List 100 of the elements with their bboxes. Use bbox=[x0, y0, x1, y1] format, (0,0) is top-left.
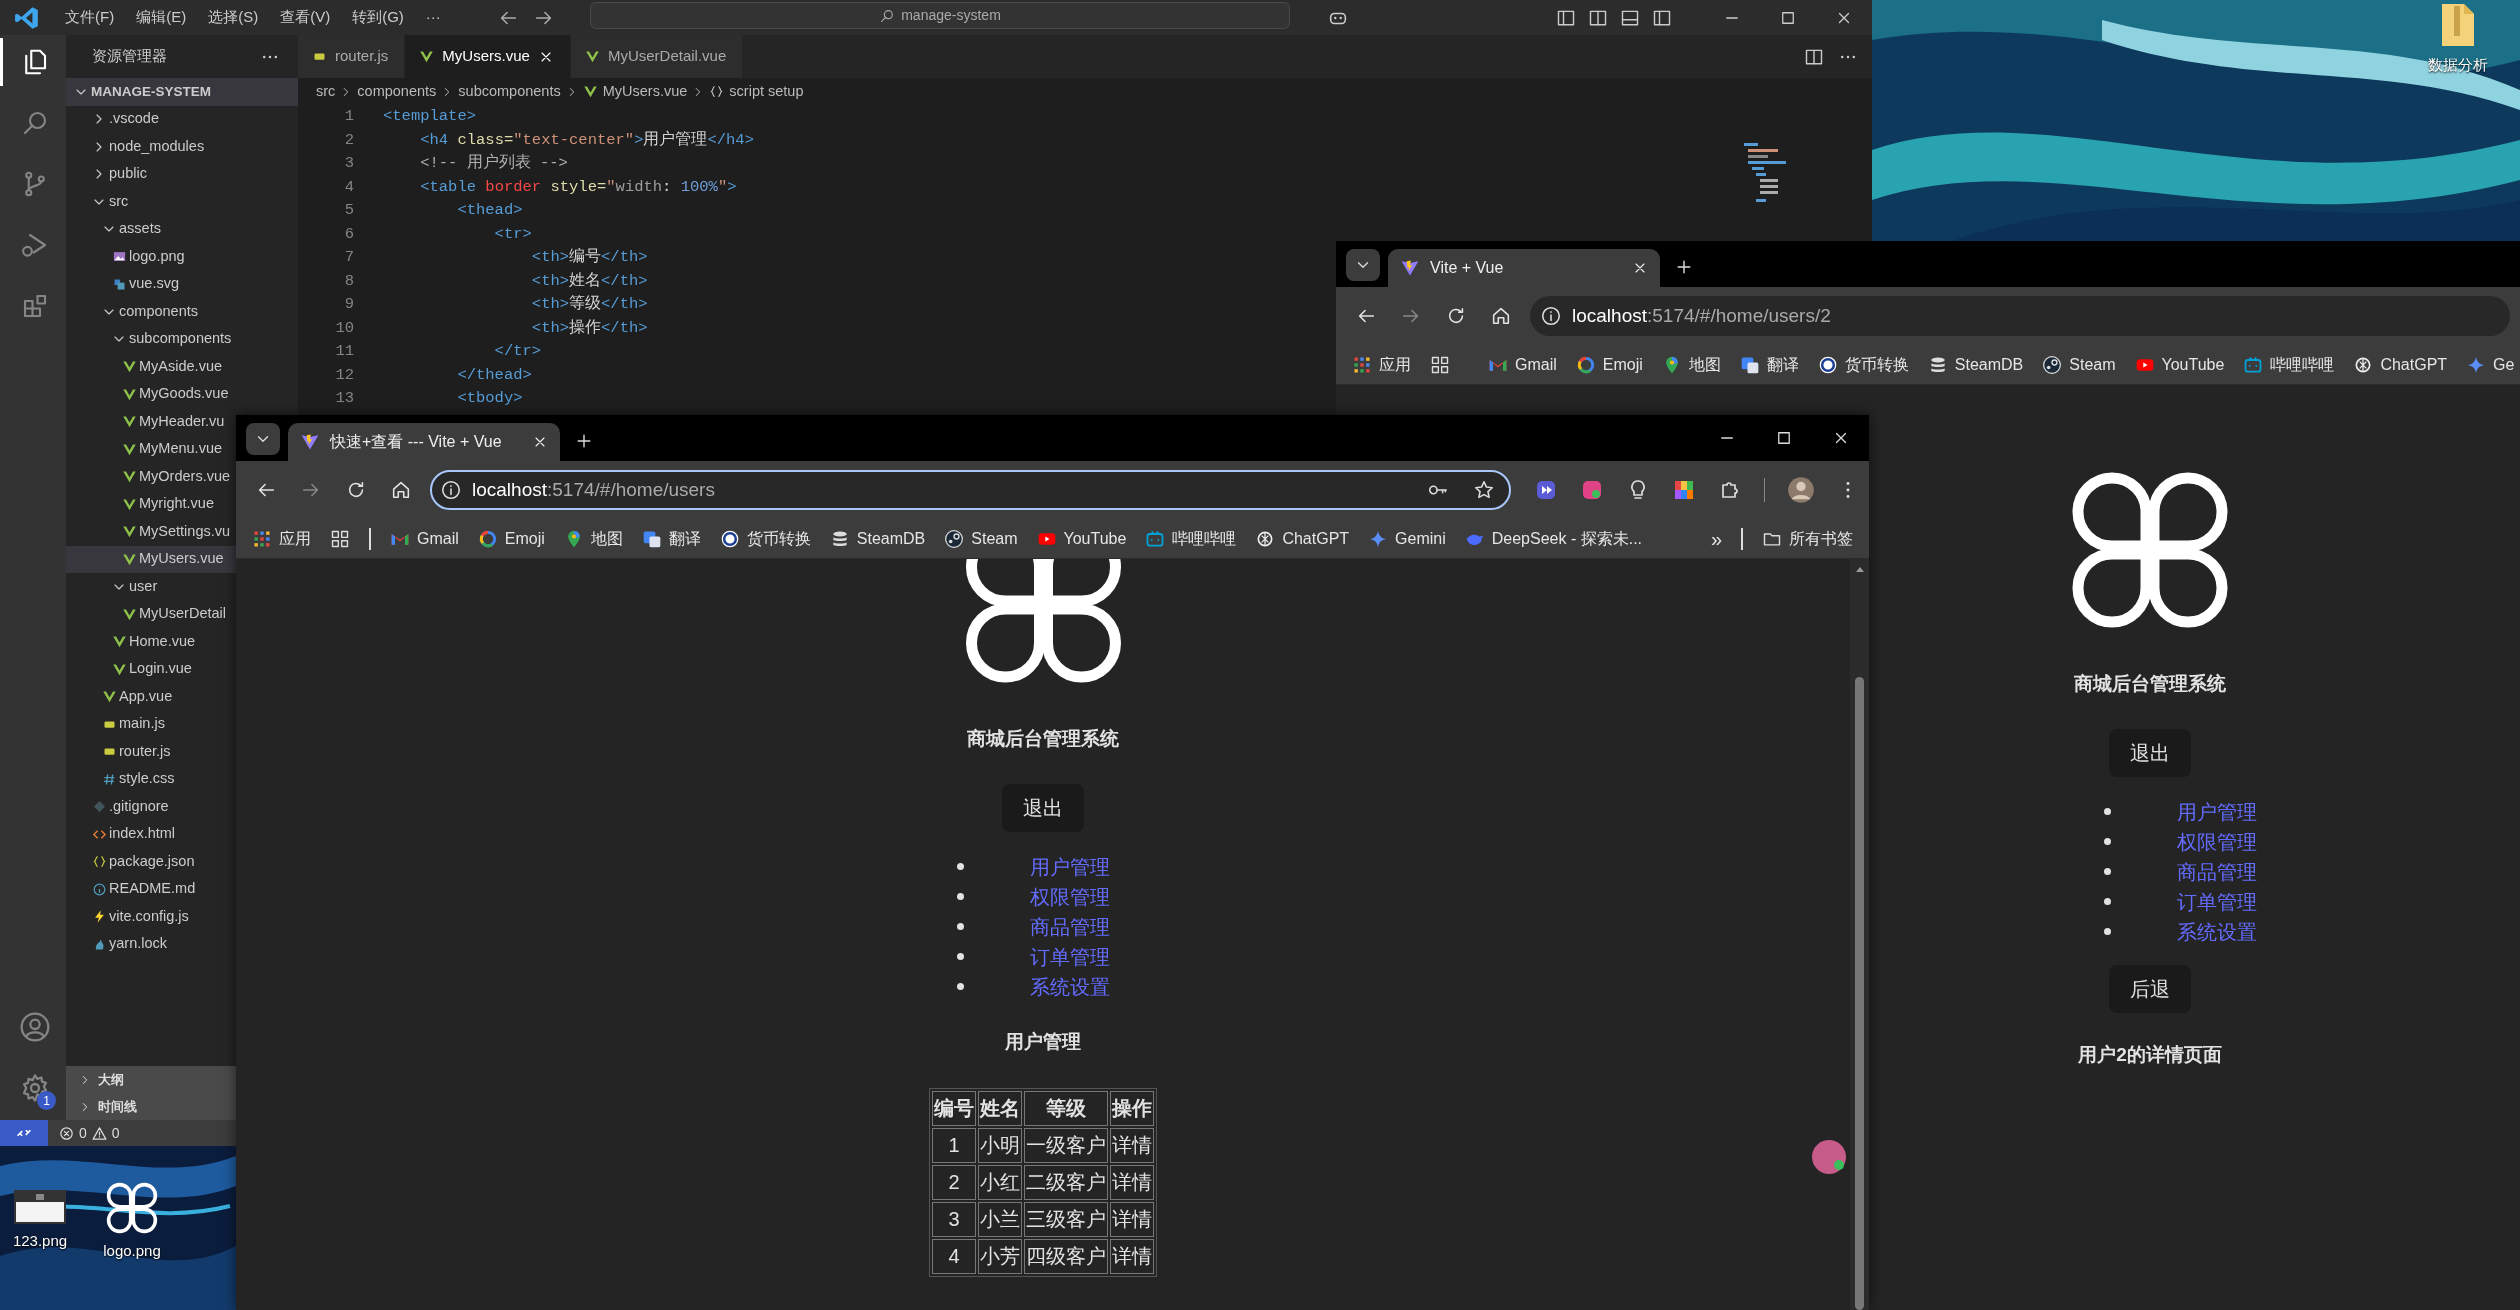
breadcrumb-item[interactable]: components bbox=[357, 80, 437, 103]
scrollbar[interactable] bbox=[1850, 559, 1869, 1310]
address-bar[interactable]: localhost:5174/#/home/users/2 bbox=[1530, 296, 2510, 336]
editor-tab[interactable]: MyUserDetail.vue bbox=[570, 35, 744, 78]
nav-link[interactable]: 订单管理 bbox=[1030, 941, 1110, 972]
bookmark[interactable]: ChatGPT bbox=[2353, 352, 2448, 377]
bookmark[interactable]: 所有书签 bbox=[1762, 526, 1853, 551]
nav-link[interactable]: 订单管理 bbox=[2177, 886, 2257, 917]
nav-link[interactable]: 系统设置 bbox=[2177, 916, 2257, 947]
desktop-icon-label[interactable]: 123.png bbox=[12, 1230, 68, 1253]
grid-icon[interactable] bbox=[1430, 354, 1450, 375]
bookmark[interactable]: Steam bbox=[944, 526, 1018, 551]
tree-item[interactable]: Login.vue bbox=[66, 655, 236, 683]
tab-search-button[interactable] bbox=[1346, 249, 1380, 281]
browser-tab[interactable]: Vite + Vue bbox=[1388, 249, 1660, 287]
home-icon[interactable] bbox=[390, 479, 412, 501]
extension-icon[interactable] bbox=[1580, 478, 1604, 502]
bookmark[interactable]: 翻译 bbox=[1739, 352, 1799, 377]
tree-item[interactable]: subcomponents bbox=[66, 325, 236, 353]
bookmark[interactable]: SteamDB bbox=[1927, 352, 2024, 377]
back-button[interactable]: 后退 bbox=[2109, 964, 2191, 1013]
logout-button[interactable]: 退出 bbox=[1002, 783, 1084, 832]
bookmark[interactable]: Gemini bbox=[1368, 526, 1446, 551]
nav-link[interactable]: 用户管理 bbox=[1030, 851, 1110, 882]
bookmark[interactable]: 货币转换 bbox=[719, 526, 811, 551]
overflow-button[interactable]: » bbox=[1710, 523, 1722, 554]
clover-logo-icon[interactable] bbox=[106, 1182, 158, 1234]
menu-item[interactable]: 编辑(E) bbox=[125, 6, 198, 29]
tree-item[interactable]: MyMenu.vue bbox=[66, 435, 236, 463]
menu-item[interactable]: 选择(S) bbox=[197, 6, 270, 29]
bookmark[interactable]: 哔哩哔哩 bbox=[1145, 526, 1237, 551]
tree-item[interactable]: user bbox=[66, 573, 236, 601]
grid-icon[interactable] bbox=[330, 528, 350, 549]
tree-item[interactable]: App.vue bbox=[66, 683, 236, 711]
bookmark[interactable]: Emoji bbox=[477, 526, 545, 551]
palette-icon[interactable] bbox=[1672, 478, 1696, 502]
floating-translate-icon[interactable] bbox=[1811, 1139, 1847, 1175]
breadcrumb-item[interactable]: MyUsers.vue bbox=[582, 80, 688, 103]
tree-item[interactable]: style.css bbox=[66, 765, 236, 793]
menu-item[interactable]: 转到(G) bbox=[341, 6, 415, 29]
account-icon[interactable] bbox=[18, 1011, 51, 1043]
tree-item[interactable]: MyHeader.vu bbox=[66, 408, 236, 436]
tree-item[interactable]: .gitignore bbox=[66, 793, 236, 821]
tree-item[interactable]: index.html bbox=[66, 820, 236, 848]
nav-link[interactable]: 商品管理 bbox=[2177, 856, 2257, 887]
tree-item[interactable]: MyUserDetail bbox=[66, 600, 236, 628]
nav-link[interactable]: 权限管理 bbox=[1030, 881, 1110, 912]
tab-search-button[interactable] bbox=[246, 423, 280, 455]
tree-item[interactable]: vite.config.js bbox=[66, 903, 236, 931]
media-extension-icon[interactable] bbox=[1534, 478, 1558, 502]
problems-indicator[interactable]: 0 0 bbox=[58, 1122, 120, 1144]
section-header[interactable]: 时间线 bbox=[66, 1093, 236, 1120]
menu-item[interactable]: ··· bbox=[414, 6, 452, 29]
bookmark[interactable]: Gmail bbox=[390, 526, 459, 551]
bookmark[interactable]: ChatGPT bbox=[1255, 526, 1350, 551]
tree-item[interactable]: yarn.lock bbox=[66, 930, 236, 958]
bookmark[interactable]: SteamDB bbox=[829, 526, 926, 551]
nav-link[interactable]: 权限管理 bbox=[2177, 826, 2257, 857]
nav-link[interactable]: 用户管理 bbox=[2177, 796, 2257, 827]
breadcrumb-item[interactable]: src bbox=[316, 80, 336, 103]
tree-item[interactable]: main.js bbox=[66, 710, 236, 738]
bookmark[interactable]: 地图 bbox=[563, 526, 623, 551]
logout-button[interactable]: 退出 bbox=[2109, 728, 2191, 777]
tree-item[interactable]: Home.vue bbox=[66, 628, 236, 656]
tree-item[interactable]: logo.png bbox=[66, 243, 236, 271]
tree-item[interactable]: package.json bbox=[66, 848, 236, 876]
bookmark[interactable]: Ge bbox=[2466, 352, 2515, 377]
tree-item[interactable]: router.js bbox=[66, 738, 236, 766]
browser-tab[interactable]: 快速+查看 --- Vite + Vue bbox=[288, 423, 560, 461]
bookmark[interactable]: 哔哩哔哩 bbox=[2243, 352, 2335, 377]
bookmark[interactable]: YouTube bbox=[1036, 526, 1127, 551]
nav-link[interactable]: 系统设置 bbox=[1030, 971, 1110, 1002]
tree-item[interactable]: assets bbox=[66, 215, 236, 243]
tree-item[interactable]: README.md bbox=[66, 875, 236, 903]
menu-item[interactable]: 文件(F) bbox=[54, 6, 126, 29]
tree-item[interactable]: Myright.vue bbox=[66, 490, 236, 518]
bookmark-star-icon[interactable] bbox=[1473, 479, 1495, 501]
breadcrumb-item[interactable]: script setup bbox=[709, 80, 804, 103]
tree-item[interactable]: node_modules bbox=[66, 133, 236, 161]
bookmark[interactable]: 应用 bbox=[252, 526, 311, 551]
tree-item[interactable]: src bbox=[66, 188, 236, 216]
section-header[interactable]: 大纲 bbox=[66, 1066, 236, 1093]
tree-item[interactable]: MANAGE-SYSTEM bbox=[66, 78, 298, 106]
tree-item[interactable]: MyGoods.vue bbox=[66, 380, 236, 408]
image-thumbnail-icon[interactable] bbox=[14, 1190, 66, 1224]
bookmark[interactable]: 地图 bbox=[1661, 352, 1721, 377]
bookmark[interactable]: 应用 bbox=[1352, 352, 1411, 377]
editor-tab[interactable]: router.js bbox=[298, 35, 406, 78]
nav-link[interactable]: 商品管理 bbox=[1030, 911, 1110, 942]
home-icon[interactable] bbox=[1490, 305, 1512, 327]
tree-item[interactable]: MyUsers.vue bbox=[66, 545, 236, 573]
breadcrumb-item[interactable]: subcomponents bbox=[458, 80, 561, 103]
bookmark[interactable]: DeepSeek - 探索未... bbox=[1464, 526, 1643, 551]
tree-item[interactable]: MyAside.vue bbox=[66, 353, 236, 381]
bookmark[interactable]: 翻译 bbox=[641, 526, 701, 551]
tree-item[interactable]: public bbox=[66, 160, 236, 188]
bookmark[interactable]: 货币转换 bbox=[1817, 352, 1909, 377]
bookmark[interactable]: Emoji bbox=[1575, 352, 1643, 377]
tree-item[interactable]: vue.svg bbox=[66, 270, 236, 298]
bookmark[interactable]: Steam bbox=[2042, 352, 2116, 377]
